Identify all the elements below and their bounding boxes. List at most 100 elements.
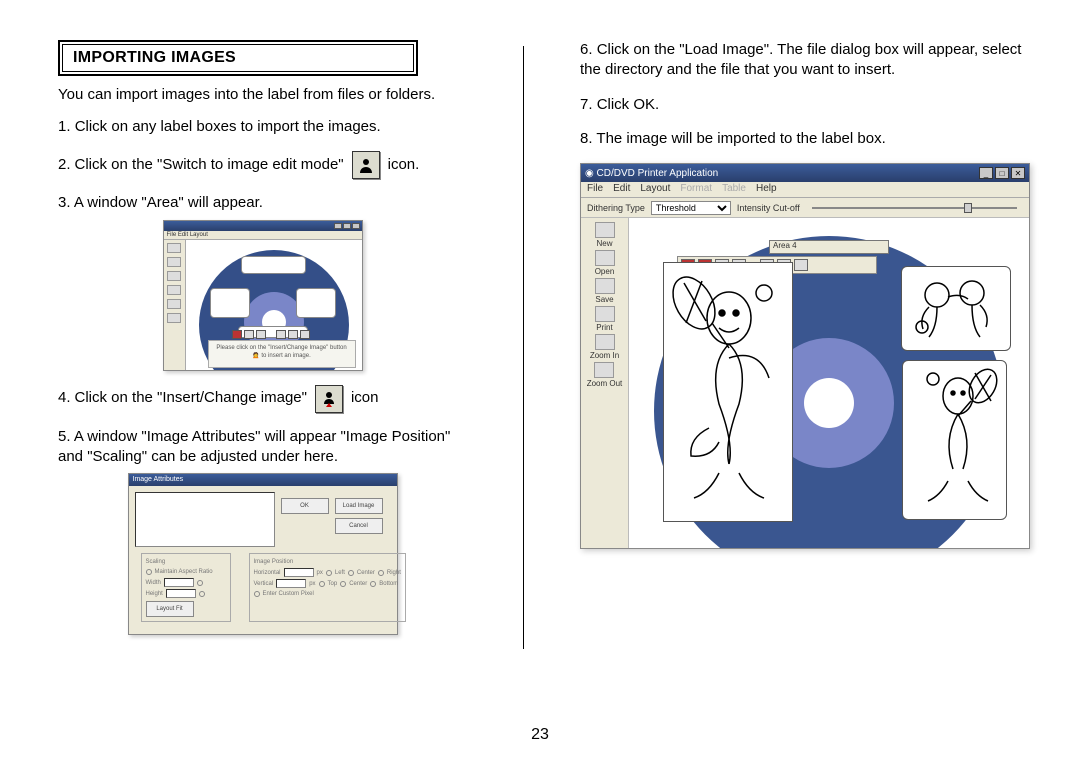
sidebar-button[interactable] bbox=[167, 257, 181, 267]
sidebar-button[interactable] bbox=[167, 299, 181, 309]
toolbar-icon[interactable] bbox=[256, 330, 266, 339]
width-input[interactable] bbox=[164, 578, 194, 587]
sidebar-button[interactable] bbox=[167, 285, 181, 295]
close-button[interactable] bbox=[352, 223, 360, 229]
label: Open bbox=[595, 267, 615, 276]
menu-format: Format bbox=[680, 183, 712, 196]
new-button[interactable]: New bbox=[595, 222, 615, 248]
toolbar-icon[interactable] bbox=[288, 330, 298, 339]
ok-button[interactable]: OK bbox=[281, 498, 329, 514]
page-number: 23 bbox=[0, 726, 1080, 744]
sidebar-button[interactable] bbox=[167, 313, 181, 323]
label: Right bbox=[387, 569, 401, 577]
sidebar bbox=[164, 240, 186, 370]
step-number: 4. bbox=[58, 388, 71, 408]
toolbar-icon[interactable] bbox=[244, 330, 254, 339]
toolbar: Dithering Type Threshold Intensity Cut-o… bbox=[581, 198, 1029, 218]
left-toolbar: New Open Save Print Zoom In Zoom Out bbox=[581, 218, 629, 548]
step-number: 7. bbox=[580, 96, 593, 113]
step-list-left: 1. Click on any label boxes to import th… bbox=[58, 117, 467, 635]
disc-icon: ◉ bbox=[585, 168, 594, 179]
figure-image-attributes: Image Attributes OK Load Image Cancel bbox=[58, 473, 467, 635]
label-box[interactable] bbox=[296, 288, 336, 318]
label: Zoom Out bbox=[587, 379, 623, 388]
imported-image-top-right[interactable] bbox=[901, 266, 1011, 351]
canvas: Area 4 bbox=[629, 218, 1029, 548]
area-label-bar: Area 4 bbox=[769, 240, 889, 254]
group-label: Image Position bbox=[254, 558, 401, 566]
label: px bbox=[309, 580, 315, 588]
max-button[interactable] bbox=[343, 223, 351, 229]
step-text: Click on the "Switch to image edit mode" bbox=[75, 155, 344, 175]
label-box[interactable] bbox=[241, 256, 306, 274]
step-list-right: 6. Click on the "Load Image". The file d… bbox=[580, 40, 1030, 149]
v-input[interactable] bbox=[276, 579, 306, 588]
label: Center bbox=[349, 580, 367, 588]
intensity-label: Intensity Cut-off bbox=[737, 203, 800, 213]
radio[interactable] bbox=[378, 570, 384, 576]
radio[interactable] bbox=[348, 570, 354, 576]
step-number: 5. bbox=[58, 428, 71, 445]
menu-edit[interactable]: Edit bbox=[613, 183, 630, 196]
radio[interactable] bbox=[370, 581, 376, 587]
menu-layout[interactable]: Layout bbox=[640, 183, 670, 196]
layout-fit-button[interactable]: Layout Fit bbox=[146, 601, 194, 617]
sidebar-button[interactable] bbox=[167, 271, 181, 281]
label: Print bbox=[596, 323, 612, 332]
column-divider bbox=[523, 46, 524, 649]
minimize-button[interactable]: _ bbox=[979, 167, 993, 179]
cancel-button[interactable]: Cancel bbox=[335, 518, 383, 534]
radio[interactable] bbox=[326, 570, 332, 576]
toolbar-icon[interactable] bbox=[276, 330, 286, 339]
toolbar-icon[interactable] bbox=[232, 330, 242, 339]
menu-file[interactable]: File bbox=[587, 183, 603, 196]
load-image-button[interactable]: Load Image bbox=[335, 498, 383, 514]
imported-image-bottom-right[interactable] bbox=[902, 360, 1007, 520]
label-box[interactable] bbox=[210, 288, 250, 318]
save-button[interactable]: Save bbox=[595, 278, 615, 304]
step-number: 8. bbox=[580, 130, 593, 147]
titlebar bbox=[164, 221, 362, 231]
print-button[interactable]: Print bbox=[595, 306, 615, 332]
imported-image-left[interactable] bbox=[663, 262, 793, 522]
tool-icon[interactable] bbox=[794, 259, 808, 271]
app-title: ◉ CD/DVD Printer Application bbox=[585, 168, 718, 179]
mini-toolbar bbox=[232, 330, 310, 339]
radio[interactable] bbox=[319, 581, 325, 587]
radio[interactable] bbox=[340, 581, 346, 587]
h-input[interactable] bbox=[284, 568, 314, 577]
radio[interactable] bbox=[254, 591, 260, 597]
sidebar-button[interactable] bbox=[167, 243, 181, 253]
label: Enter Custom Pixel bbox=[263, 590, 314, 598]
intensity-slider[interactable] bbox=[812, 207, 1017, 209]
step-number: 2. bbox=[58, 155, 71, 175]
zoom-in-button[interactable]: Zoom In bbox=[590, 334, 619, 360]
zoom-in-icon bbox=[595, 334, 615, 350]
label: Center bbox=[357, 569, 375, 577]
height-input[interactable] bbox=[166, 589, 196, 598]
radio[interactable] bbox=[199, 591, 205, 597]
zoom-out-icon bbox=[594, 362, 614, 378]
toolbar-icon[interactable] bbox=[300, 330, 310, 339]
step-text-post: icon bbox=[351, 388, 379, 408]
intro-text: You can import images into the label fro… bbox=[58, 86, 467, 103]
slider-thumb[interactable] bbox=[964, 203, 972, 213]
maximize-button[interactable]: □ bbox=[995, 167, 1009, 179]
label: Width bbox=[146, 579, 161, 587]
checkbox[interactable] bbox=[146, 569, 152, 575]
position-group: Image Position Horizontal px Left Center… bbox=[249, 553, 406, 622]
scaling-group: Scaling Maintain Aspect Ratio Width Heig… bbox=[141, 553, 231, 622]
cd-dvd-printer-app-window: ◉ CD/DVD Printer Application _ □ ✕ File … bbox=[580, 163, 1030, 549]
close-button[interactable]: ✕ bbox=[1011, 167, 1025, 179]
menu-help[interactable]: Help bbox=[756, 183, 777, 196]
section-heading-box: IMPORTING IMAGES bbox=[58, 40, 418, 76]
label: Save bbox=[595, 295, 613, 304]
min-button[interactable] bbox=[334, 223, 342, 229]
zoom-out-button[interactable]: Zoom Out bbox=[587, 362, 623, 388]
radio[interactable] bbox=[197, 580, 203, 586]
dither-select[interactable]: Threshold bbox=[651, 201, 731, 215]
area-window: File Edit Layout bbox=[163, 220, 363, 371]
new-icon bbox=[595, 222, 615, 238]
person-red-arrow-icon bbox=[315, 385, 343, 413]
open-button[interactable]: Open bbox=[595, 250, 615, 276]
